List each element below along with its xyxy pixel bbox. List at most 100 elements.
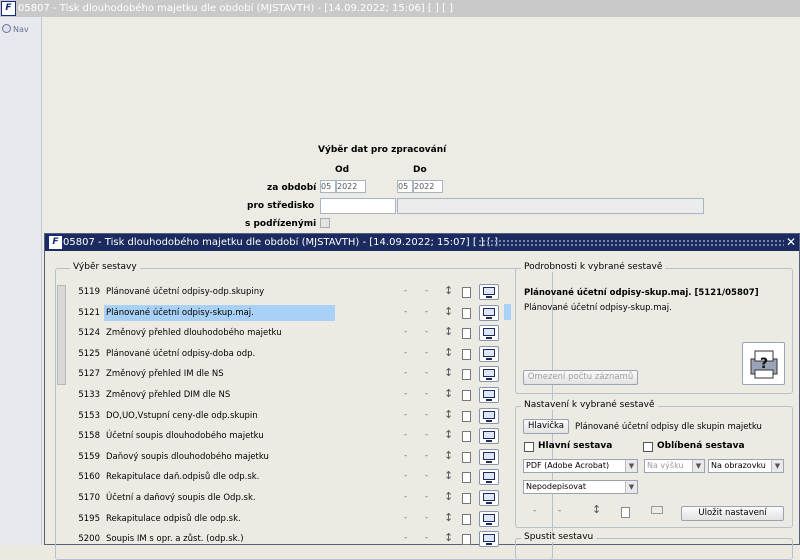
header-text: Plánované účetní odpisy dle skupin majet… — [575, 422, 762, 432]
document-icon[interactable] — [462, 328, 471, 340]
favorite-report-checkbox[interactable] — [643, 442, 653, 452]
run-report-title: Spustit sestavu — [521, 532, 597, 542]
period-to-month-input[interactable]: 05 — [397, 180, 413, 193]
titlebar-grip[interactable] — [478, 239, 784, 246]
settings-dash-1: - — [533, 506, 537, 516]
monitor-icon[interactable] — [479, 284, 499, 300]
monitor-icon[interactable] — [479, 407, 499, 424]
period-to-year-input[interactable]: 2022 — [413, 180, 443, 193]
output-target-select[interactable]: Na obrazovku ▼ — [708, 459, 784, 473]
updown-arrow-icon[interactable]: ↕ — [444, 428, 453, 441]
report-row[interactable]: 5119 Plánované účetní odpisy-odp.skupiny -… — [78, 284, 533, 303]
document-icon[interactable] — [621, 507, 630, 518]
document-icon[interactable] — [462, 493, 471, 504]
center-code-input[interactable] — [320, 198, 396, 214]
from-column-label: Od — [335, 165, 350, 175]
document-icon[interactable] — [462, 410, 471, 422]
header-button[interactable]: Hlavička — [523, 419, 569, 434]
report-row[interactable]: 5159 Daňový soupis dlouhodobého majetku - -… — [78, 448, 533, 468]
document-icon[interactable] — [462, 513, 471, 525]
main-report-label: Hlavní sestava — [538, 441, 613, 451]
report-row[interactable]: 5170 Účetní a daňový soupis dle Odp.sk. - -… — [78, 490, 533, 509]
period-from-year-input[interactable]: 2022 — [336, 180, 366, 193]
report-row[interactable]: 5158 Účetní soupis dlouhodobého majetku - -… — [78, 428, 533, 447]
monitor-icon[interactable] — [479, 304, 499, 321]
subordinates-checkbox[interactable] — [320, 218, 330, 228]
save-settings-button[interactable]: Uložit nastavení — [681, 506, 784, 521]
subordinates-label: s podřízenými — [245, 219, 317, 229]
output-format-select[interactable]: PDF (Adobe Acrobat) ▼ — [523, 459, 638, 473]
center-name-field — [397, 198, 704, 214]
report-row[interactable]: 5200 Soupis IM s opr. a zůst. (odp.sk.) - -… — [78, 531, 533, 550]
period-from-month-input[interactable]: 05 — [320, 180, 336, 193]
updown-arrow-icon[interactable]: ↕ — [444, 284, 453, 297]
updown-arrow-icon[interactable]: ↕ — [444, 366, 453, 379]
report-row[interactable]: 5121 Plánované účetní odpisy-skup.maj. - - ↕ — [78, 304, 533, 324]
report-row[interactable]: 5124 Změnový přehled dlouhodobého majetku… — [78, 325, 533, 344]
monitor-icon[interactable] — [479, 345, 499, 362]
updown-arrow-icon[interactable]: ↕ — [444, 325, 453, 338]
main-report-checkbox[interactable] — [524, 442, 534, 452]
document-icon[interactable] — [462, 307, 471, 319]
updown-arrow-icon[interactable]: ↕ — [444, 469, 453, 482]
report-name: Účetní soupis dlouhodobého majetku — [106, 431, 264, 442]
details-title: Podrobnosti k vybrané sestavě — [521, 262, 666, 272]
updown-arrow-icon[interactable]: ↕ — [444, 408, 453, 421]
report-row[interactable]: 5127 Změnový přehled IM dle NS - - ↕ — [78, 366, 533, 385]
chevron-down-icon: ▼ — [625, 481, 637, 493]
updown-arrow-icon[interactable]: ↕ — [444, 346, 453, 359]
app-logo-icon: F — [48, 235, 63, 250]
updown-arrow-icon[interactable]: ↕ — [444, 387, 453, 400]
report-row[interactable]: 5153 DO,UO,Vstupní ceny-dle odp.skupin - - ↕ — [78, 407, 533, 427]
print-preview-button[interactable]: ? — [742, 342, 785, 385]
document-icon[interactable] — [462, 287, 471, 298]
monitor-icon[interactable] — [479, 448, 499, 465]
row-dash: - — [425, 471, 429, 482]
document-icon[interactable] — [462, 431, 471, 443]
monitor-icon[interactable] — [479, 510, 499, 527]
center-label: pro středisko — [247, 201, 315, 211]
document-icon[interactable] — [462, 472, 471, 484]
report-row[interactable]: 5133 Změnový přehled DIM dle NS - - ↕ — [78, 387, 533, 406]
row-dash: - — [404, 471, 408, 482]
monitor-icon[interactable] — [479, 387, 499, 403]
details-description: Plánované účetní odpisy-skup.maj. — [524, 303, 672, 313]
background-window-title: 05807 - Tisk dlouhodobého majetku dle ob… — [18, 3, 454, 14]
updown-arrow-icon[interactable]: ↕ — [444, 305, 453, 318]
monitor-icon[interactable] — [651, 506, 663, 514]
row-dash: - — [404, 368, 408, 379]
printer-icon: ? — [750, 350, 778, 379]
report-row[interactable]: 5195 Rekapitulace odpisů dle odp.sk. - - ↕ — [78, 510, 533, 530]
limit-records-button[interactable]: Omezení počtu záznamů — [523, 370, 638, 385]
row-dash: - — [425, 492, 429, 502]
list-scrollbar[interactable] — [57, 285, 66, 385]
monitor-icon[interactable] — [479, 366, 499, 383]
close-icon[interactable]: ✕ — [786, 234, 796, 251]
updown-arrow-icon[interactable]: ↕ — [444, 531, 453, 544]
scrollbar-thumb[interactable] — [57, 285, 66, 385]
orientation-select[interactable]: Na výšku ▼ — [644, 459, 705, 473]
nav-button[interactable]: Nav — [2, 24, 29, 34]
row-dash: - — [404, 450, 408, 461]
settings-title: Nastavení k vybrané sestavě — [521, 400, 658, 410]
row-dash: - — [425, 533, 429, 544]
monitor-icon[interactable] — [479, 469, 499, 486]
monitor-icon[interactable] — [479, 490, 499, 506]
signature-select[interactable]: Nepodepisovat ▼ — [523, 480, 638, 494]
report-code: 5200 — [78, 534, 100, 545]
report-row[interactable]: 5160 Rekapitulace daň.odpisů dle odp.sk. -… — [78, 469, 533, 488]
document-icon[interactable] — [462, 369, 471, 381]
document-icon[interactable] — [462, 534, 471, 546]
updown-arrow-icon[interactable]: ↕ — [444, 511, 453, 524]
output-target-value: Na obrazovku — [711, 461, 766, 470]
document-icon[interactable] — [462, 390, 471, 401]
document-icon[interactable] — [462, 348, 471, 360]
row-dash: - — [425, 450, 429, 461]
document-icon[interactable] — [462, 451, 471, 463]
updown-arrow-icon[interactable]: ↕ — [444, 490, 453, 503]
updown-arrow-icon[interactable]: ↕ — [444, 449, 453, 462]
monitor-icon[interactable] — [479, 428, 499, 445]
monitor-icon[interactable] — [479, 325, 499, 342]
report-row[interactable]: 5125 Plánované účetní odpisy-doba odp. - - ↕ — [78, 345, 533, 365]
updown-arrow-icon[interactable]: ↕ — [592, 503, 601, 516]
